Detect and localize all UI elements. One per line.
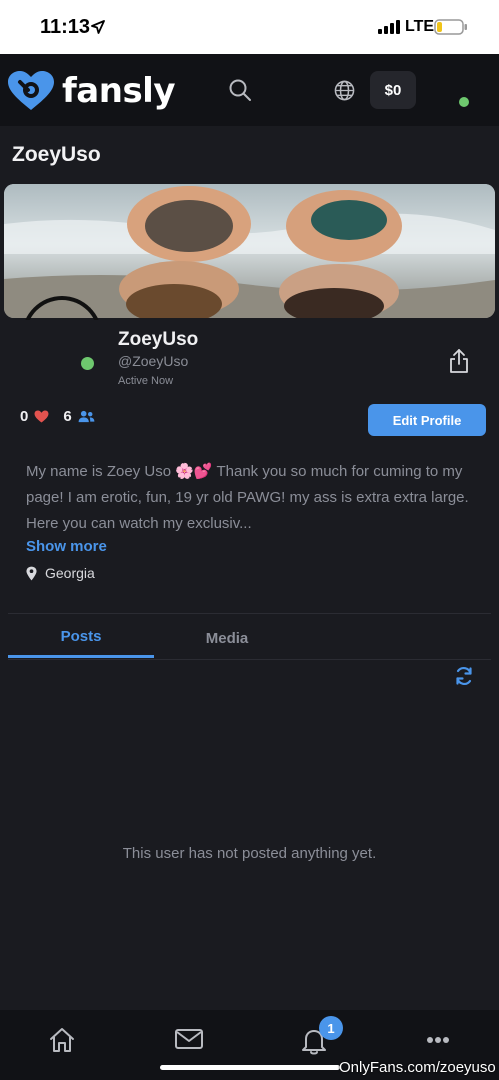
online-status-dot[interactable] — [459, 97, 469, 107]
map-pin-icon — [26, 566, 37, 580]
refresh-icon[interactable] — [454, 666, 474, 686]
show-more-link[interactable]: Show more — [26, 538, 107, 555]
bio-emoji: 🌸💕 — [175, 462, 213, 480]
empty-feed-message: This user has not posted anything yet. — [122, 845, 377, 862]
profile-stats: 0 6 — [20, 408, 95, 425]
status-bar: 11:13 LTE — [0, 0, 499, 54]
banner-image — [4, 184, 495, 318]
likes-count: 0 — [20, 408, 29, 425]
heart-icon — [34, 410, 49, 423]
tab-posts[interactable]: Posts — [8, 618, 154, 658]
globe-icon[interactable] — [334, 80, 355, 101]
status-time: 11:13 — [40, 16, 91, 38]
bio-text-start: My name is Zoey Uso — [26, 463, 176, 480]
fansly-logo[interactable]: fansly — [6, 70, 176, 112]
profile-handle: @ZoeyUso — [118, 353, 189, 369]
fansly-logo-icon — [8, 71, 54, 110]
app-header: fansly $0 — [0, 54, 499, 126]
location-arrow-icon — [91, 20, 105, 34]
wallet-balance-button[interactable]: $0 — [370, 71, 416, 109]
battery-icon — [434, 19, 467, 35]
followers-count: 6 — [63, 408, 72, 425]
more-icon[interactable] — [426, 1036, 450, 1044]
profile-banner — [4, 184, 495, 318]
followers-icon — [78, 410, 95, 423]
profile-location: Georgia — [26, 565, 95, 581]
share-icon[interactable] — [448, 348, 470, 374]
profile-name: ZoeyUso — [118, 329, 199, 350]
notification-badge: 1 — [319, 1016, 343, 1040]
page-title: ZoeyUso — [12, 143, 101, 166]
profile-bio: My name is Zoey Uso 🌸💕 Thank you so much… — [26, 458, 481, 537]
tab-media[interactable]: Media — [154, 618, 300, 658]
mail-icon[interactable] — [174, 1026, 204, 1052]
edit-profile-button[interactable]: Edit Profile — [368, 404, 486, 436]
search-icon[interactable] — [228, 78, 252, 102]
location-text: Georgia — [45, 565, 95, 581]
logo-text: fansly — [62, 71, 176, 111]
profile-activity-status: Active Now — [118, 375, 174, 387]
home-icon[interactable] — [48, 1026, 76, 1054]
profile-tabs: Posts Media — [8, 618, 491, 660]
watermark-text: OnlyFans.com/zoeyuso — [339, 1059, 496, 1076]
avatar-online-indicator — [81, 357, 94, 370]
home-indicator — [160, 1065, 340, 1070]
section-divider — [8, 613, 491, 614]
signal-icon — [378, 20, 400, 34]
network-label: LTE — [405, 18, 435, 35]
